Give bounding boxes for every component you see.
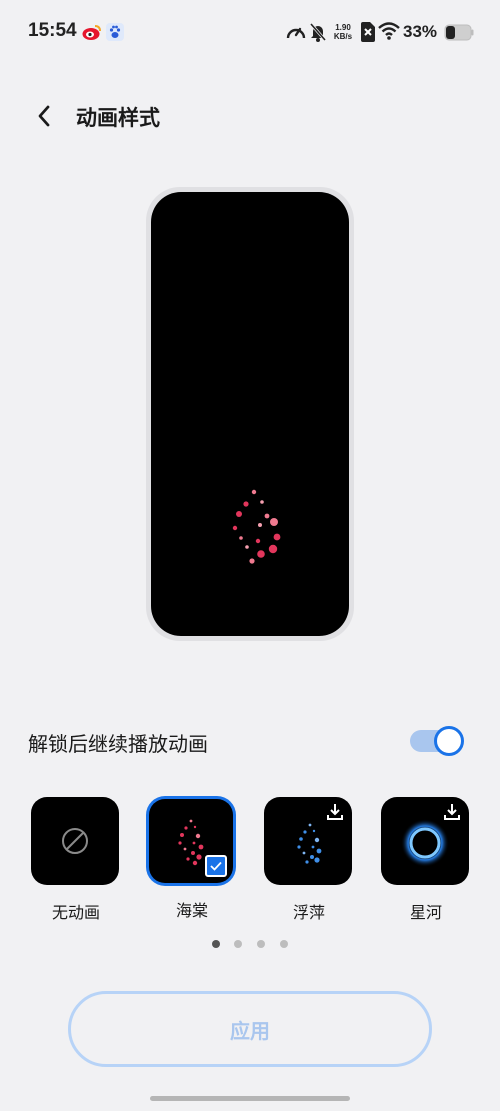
chevron-left-icon — [37, 105, 51, 131]
style-thumb — [381, 797, 469, 885]
style-option-duckweed[interactable]: 浮萍 — [264, 797, 354, 923]
wifi-icon — [378, 22, 400, 44]
continue-animation-toggle[interactable] — [410, 726, 466, 756]
net-speed: 1.90 KB/s — [330, 23, 356, 41]
no-animation-icon — [60, 826, 90, 860]
style-label: 星河 — [409, 903, 442, 922]
download-icon[interactable] — [443, 803, 461, 825]
style-option-crabapple[interactable]: 海棠 — [147, 797, 237, 921]
speedometer-icon — [285, 22, 307, 46]
crabapple-particles — [232, 489, 281, 564]
page-dot[interactable] — [234, 940, 242, 948]
style-thumb — [264, 797, 352, 885]
animation-preview — [146, 187, 354, 641]
page-dot[interactable] — [280, 940, 288, 948]
battery-icon — [444, 24, 474, 45]
style-label: 浮萍 — [292, 903, 325, 922]
download-icon[interactable] — [326, 803, 344, 825]
page-title: 动画样式 — [76, 106, 160, 130]
back-button[interactable] — [24, 98, 64, 138]
style-option-none[interactable]: 无动画 — [31, 797, 121, 923]
net-speed-value: 1.90 — [335, 23, 351, 32]
selected-check-icon — [205, 855, 227, 877]
toggle-knob — [434, 726, 464, 756]
bell-muted-icon — [309, 22, 327, 46]
sim-off-icon — [361, 22, 375, 46]
style-option-galaxy[interactable]: 星河 — [381, 797, 471, 923]
style-thumb — [149, 799, 233, 883]
page-indicator — [0, 940, 500, 950]
style-label: 无动画 — [51, 903, 100, 922]
net-speed-unit: KB/s — [333, 32, 353, 41]
battery-percent: 33% — [403, 22, 438, 41]
home-indicator[interactable] — [150, 1096, 350, 1101]
status-bar: 15:54 1.90 KB/s 33% — [0, 0, 500, 66]
baidu-icon — [106, 23, 124, 45]
style-thumb — [31, 797, 119, 885]
page-dot[interactable] — [257, 940, 265, 948]
status-time: 15:54 — [28, 20, 77, 41]
preview-screen — [151, 192, 349, 636]
apply-button[interactable]: 应用 — [68, 991, 432, 1067]
continue-animation-label: 解锁后继续播放动画 — [28, 732, 208, 756]
weibo-icon — [82, 23, 102, 45]
page-dot[interactable] — [212, 940, 220, 948]
style-label: 海棠 — [175, 901, 208, 920]
